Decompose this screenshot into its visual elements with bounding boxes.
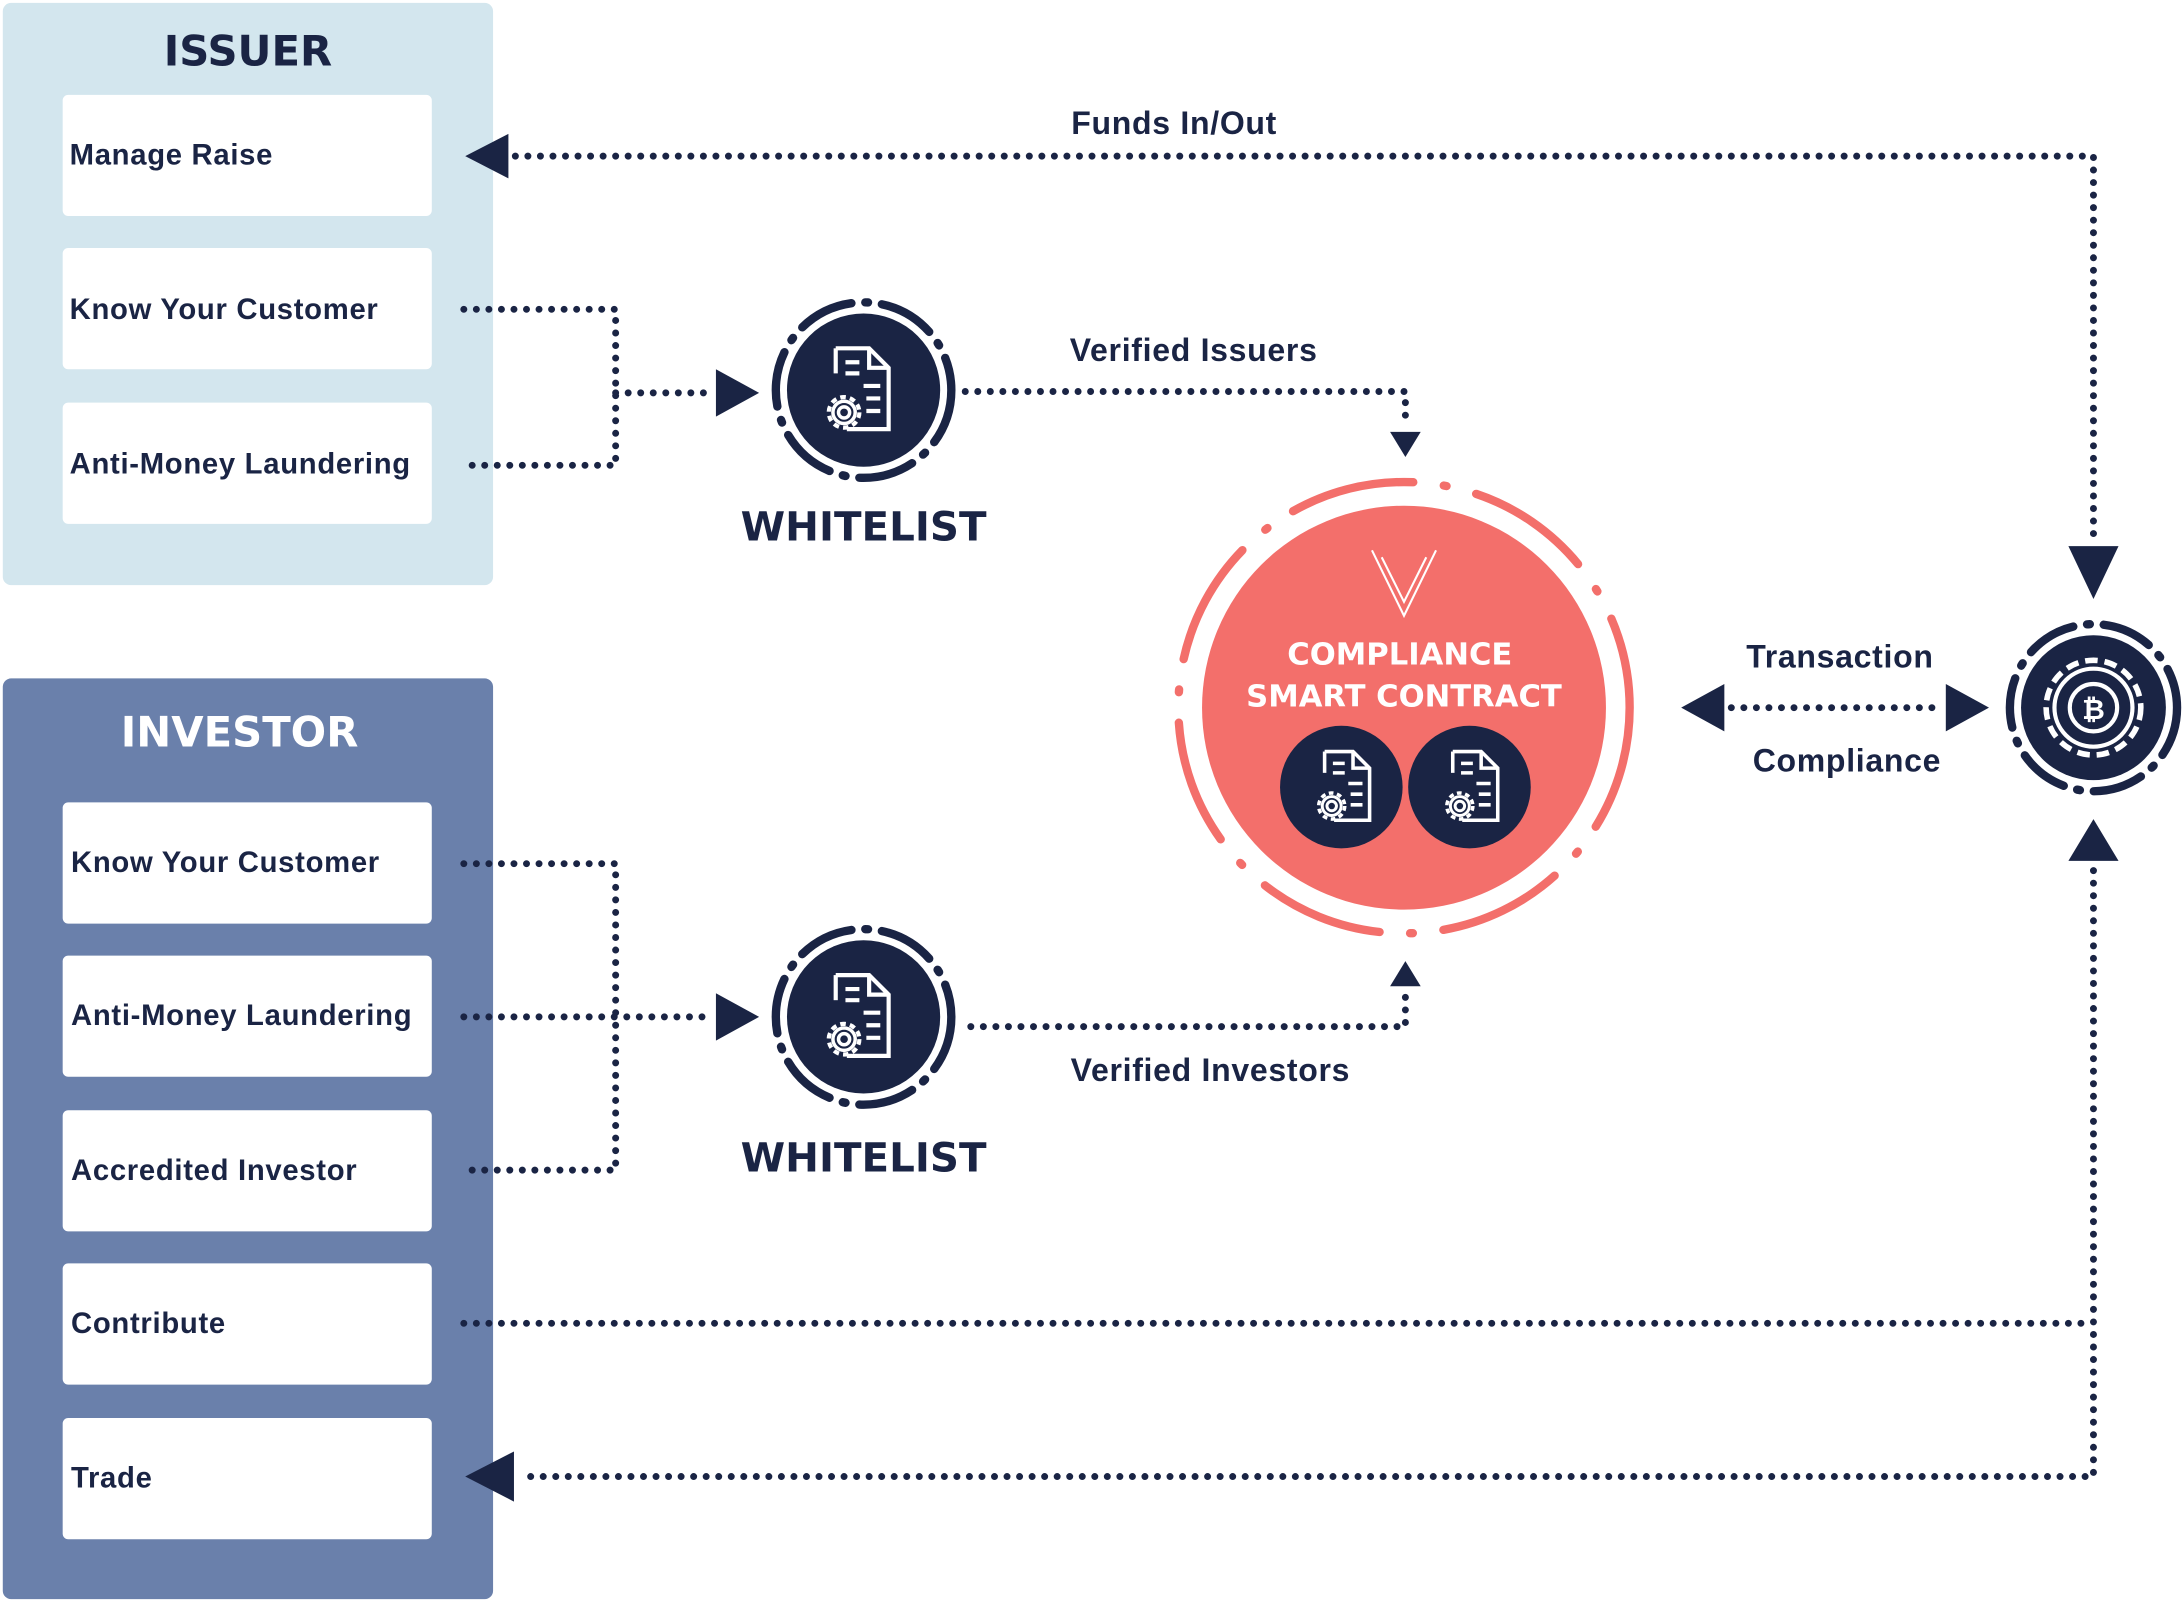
investor-whitelist-flow: [460, 860, 760, 1174]
svg-text:Know Your Customer: Know Your Customer: [70, 294, 379, 326]
svg-text:Trade: Trade: [71, 1463, 153, 1495]
svg-text:Verified Issuers: Verified Issuers: [1070, 332, 1318, 368]
arrow-right-icon: [715, 369, 760, 417]
investor-panel: INVESTOR Know Your Customer Anti-Money L…: [2, 678, 494, 1600]
svg-text:Contribute: Contribute: [71, 1308, 226, 1340]
svg-text:Compliance: Compliance: [1753, 743, 1941, 779]
arrow-down-icon: [1390, 431, 1421, 457]
issuer-item-aml[interactable]: Anti-Money Laundering: [62, 402, 432, 524]
issuer-item-kyc[interactable]: Know Your Customer: [62, 248, 432, 370]
funds-label: Funds In/Out: [1071, 105, 1277, 141]
issuer-item-manage-raise[interactable]: Manage Raise: [62, 94, 432, 216]
svg-text:SMART CONTRACT: SMART CONTRACT: [1246, 679, 1562, 714]
svg-text:Accredited Investor: Accredited Investor: [71, 1155, 357, 1187]
arrow-right-icon: [1945, 684, 1989, 732]
issuer-title: ISSUER: [164, 27, 332, 76]
arrow-down-icon: [2068, 546, 2119, 600]
investor-item-kyc[interactable]: Know Your Customer: [62, 802, 432, 924]
investor-item-aml[interactable]: Anti-Money Laundering: [62, 955, 432, 1077]
svg-text:Transaction: Transaction: [1746, 638, 1933, 674]
arrow-up-icon: [1390, 961, 1421, 987]
verified-issuers-flow: Verified Issuers: [961, 332, 1421, 457]
compliance-flow-diagram: ISSUER Manage Raise Know Your Customer A…: [2, 2, 2182, 1600]
arrow-right-icon: [715, 993, 760, 1041]
whitelist-issuer-label: WHITELIST: [741, 504, 987, 551]
svg-text:Manage Raise: Manage Raise: [70, 139, 273, 171]
issuer-panel: ISSUER Manage Raise Know Your Customer A…: [2, 2, 494, 586]
compliance-smart-contract: COMPLIANCE SMART CONTRACT: [1174, 477, 1634, 938]
arrow-up-icon: [2068, 819, 2119, 861]
whitelist-issuer: WHITELIST: [741, 298, 987, 551]
contribute-trade-flow: [460, 819, 2119, 1502]
investor-title: INVESTOR: [121, 708, 359, 757]
blockchain-node: ₿: [2005, 619, 2182, 796]
investor-item-accredited[interactable]: Accredited Investor: [62, 1110, 432, 1232]
svg-text:Verified Investors: Verified Investors: [1071, 1052, 1350, 1088]
bitcoin-icon: ₿: [2082, 693, 2105, 726]
svg-text:Anti-Money Laundering: Anti-Money Laundering: [70, 449, 411, 481]
svg-text:Know Your Customer: Know Your Customer: [71, 847, 380, 879]
whitelist-investor: WHITELIST: [741, 924, 987, 1182]
investor-item-contribute[interactable]: Contribute: [62, 1263, 432, 1385]
investor-item-trade[interactable]: Trade: [62, 1418, 432, 1540]
svg-text:Anti-Money Laundering: Anti-Money Laundering: [71, 1000, 412, 1032]
issuer-whitelist-flow: [460, 305, 760, 469]
svg-text:COMPLIANCE: COMPLIANCE: [1287, 638, 1512, 673]
arrow-left-icon: [1681, 684, 1725, 732]
transaction-flow: Transaction Compliance: [1681, 638, 1989, 779]
verified-investors-flow: Verified Investors: [967, 961, 1421, 1088]
whitelist-investor-label: WHITELIST: [741, 1135, 987, 1182]
